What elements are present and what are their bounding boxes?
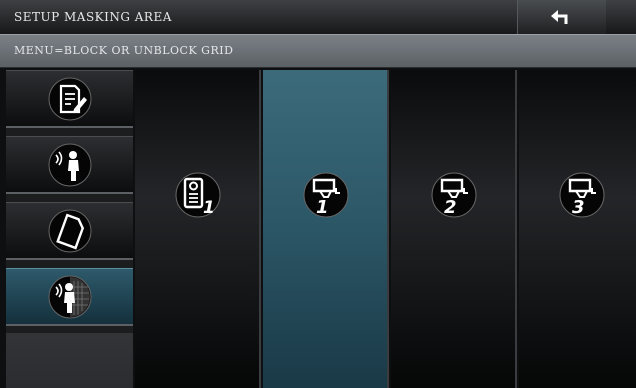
grid-cell-camera-3[interactable]: 3 (519, 70, 636, 388)
grid-cell-door-1[interactable]: 1 (135, 70, 261, 388)
instruction-bar: MENU=BLOCK OR UNBLOCK GRID (0, 34, 636, 68)
sidebar-empty-slot (6, 333, 133, 388)
sidebar (6, 70, 133, 388)
screen: SETUP MASKING AREA MENU=BLOCK OR UNBLOCK… (0, 0, 636, 388)
sidebar-item-document[interactable] (6, 70, 133, 128)
door-station-icon: 1 (175, 172, 221, 218)
masking-grid: 1 1 2 3 (135, 70, 636, 388)
camera-icon: 2 (431, 172, 477, 218)
grid-cell-camera-1[interactable]: 1 (263, 70, 389, 388)
cell-number: 1 (203, 198, 215, 218)
sidebar-item-masking[interactable] (6, 268, 133, 326)
instruction-text: MENU=BLOCK OR UNBLOCK GRID (14, 44, 234, 57)
grid-cell-camera-2[interactable]: 2 (391, 70, 517, 388)
document-edit-icon (48, 77, 92, 121)
camera-icon: 3 (559, 172, 605, 218)
masking-area-icon (48, 275, 92, 319)
sidebar-item-sd-card[interactable] (6, 202, 133, 260)
back-arrow-icon (551, 10, 568, 24)
page-title: SETUP MASKING AREA (14, 10, 172, 24)
cell-number: 1 (316, 197, 329, 218)
cell-number: 2 (444, 197, 457, 218)
back-button[interactable] (517, 0, 606, 34)
cell-number: 3 (572, 197, 585, 218)
title-bar: SETUP MASKING AREA (0, 0, 636, 34)
sidebar-item-motion[interactable] (6, 136, 133, 194)
sd-card-icon (48, 209, 92, 253)
motion-detection-icon (48, 143, 92, 187)
camera-icon: 1 (303, 172, 349, 218)
